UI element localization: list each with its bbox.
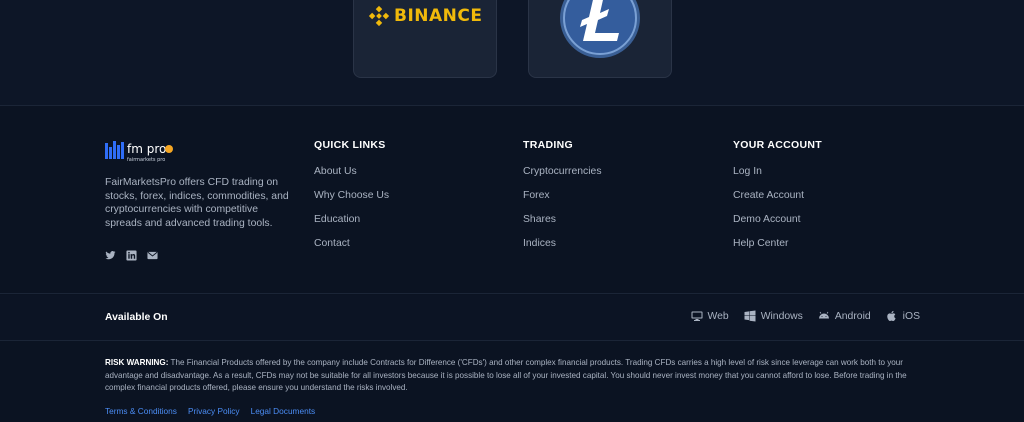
your-account-column: YOUR ACCOUNT Log In Create Account Demo … [733,139,822,261]
link-privacy-policy[interactable]: Privacy Policy [188,406,240,416]
twitter-icon[interactable] [105,248,116,260]
litecoin-logo-icon [560,0,640,58]
binance-card[interactable]: BINANCE [353,0,497,78]
android-icon [818,311,829,319]
binance-logo: BINANCE [368,5,482,27]
fairmarketspro-logo[interactable]: fm pro fairmarkets pro [105,139,179,165]
risk-warning-heading: RISK WARNING: [105,358,169,367]
platform-web[interactable]: Web [691,310,729,322]
risk-warning-text: The Financial Products offered by the co… [105,358,907,393]
available-on-bar: Available On Web Windows Android iOS [0,295,1024,341]
platform-android-label: Android [834,310,871,322]
risk-warning: RISK WARNING: The Financial Products off… [105,357,920,395]
monitor-icon [691,311,702,321]
footer-main: fm pro fairmarkets pro FairMarketsPro of… [0,107,1024,294]
binance-wordmark: BINANCE [394,6,483,26]
platform-web-label: Web [707,310,729,322]
legal-links: Terms & Conditions Privacy Policy Legal … [105,406,315,416]
link-contact[interactable]: Contact [314,237,389,250]
quick-links-column: QUICK LINKS About Us Why Choose Us Educa… [314,139,389,261]
platform-ios[interactable]: iOS [886,310,920,322]
trading-column: TRADING Cryptocurrencies Forex Shares In… [523,139,602,261]
link-cryptocurrencies[interactable]: Cryptocurrencies [523,165,602,178]
link-log-in[interactable]: Log In [733,165,822,178]
social-links [105,248,158,261]
brand-description: FairMarketsPro offers CFD trading on sto… [105,177,289,230]
svg-text:fairmarkets pro: fairmarkets pro [127,157,165,163]
quick-links-heading: QUICK LINKS [314,139,386,151]
link-forex[interactable]: Forex [523,189,602,202]
link-education[interactable]: Education [314,213,389,226]
litecoin-card[interactable] [528,0,672,78]
platform-ios-label: iOS [902,310,920,322]
apple-icon [886,310,896,322]
binance-mark-icon [368,5,390,27]
link-shares[interactable]: Shares [523,213,602,226]
link-terms-conditions[interactable]: Terms & Conditions [105,406,177,416]
platform-android[interactable]: Android [818,310,871,322]
exchange-logos-band: BINANCE [0,0,1024,106]
platform-list: Web Windows Android iOS [691,310,920,322]
available-on-label: Available On [105,312,168,323]
windows-icon [744,310,756,322]
link-about-us[interactable]: About Us [314,165,389,178]
link-why-choose-us[interactable]: Why Choose Us [314,189,389,202]
your-account-heading: YOUR ACCOUNT [733,139,822,151]
svg-text:fm pro: fm pro [127,142,166,156]
link-help-center[interactable]: Help Center [733,237,822,250]
email-icon[interactable] [147,248,158,260]
linkedin-icon[interactable] [126,248,137,261]
link-demo-account[interactable]: Demo Account [733,213,822,226]
trading-heading: TRADING [523,139,573,151]
link-legal-documents[interactable]: Legal Documents [251,406,316,416]
link-indices[interactable]: Indices [523,237,602,250]
platform-windows[interactable]: Windows [744,310,803,322]
link-create-account[interactable]: Create Account [733,189,822,202]
platform-windows-label: Windows [760,310,803,322]
